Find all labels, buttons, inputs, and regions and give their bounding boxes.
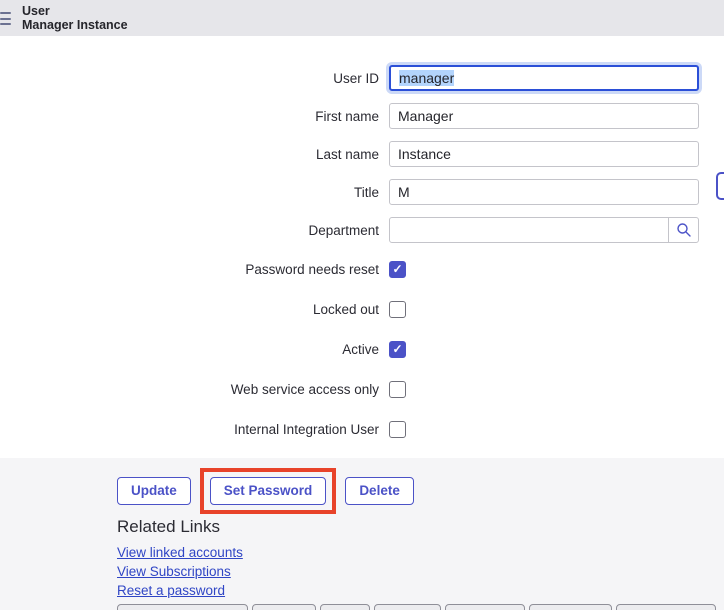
user-id-label: User ID xyxy=(0,71,389,86)
related-list-tab-stub[interactable] xyxy=(320,604,370,610)
related-list-tabs-cutoff xyxy=(117,604,716,610)
checkbox-row-password-needs-reset: Password needs reset ✓ xyxy=(0,249,724,289)
last-name-input[interactable]: Instance xyxy=(389,141,699,167)
view-linked-accounts-link[interactable]: View linked accounts xyxy=(117,545,243,560)
active-checkbox[interactable]: ✓ xyxy=(389,341,406,358)
web-service-access-only-label: Web service access only xyxy=(0,382,389,397)
hamburger-menu-icon[interactable] xyxy=(0,12,11,25)
related-list-tab-stub[interactable] xyxy=(616,604,716,610)
field-row-first-name: First name Manager xyxy=(0,97,724,135)
checkbox-row-active: Active ✓ xyxy=(0,329,724,369)
field-row-title: Title M xyxy=(0,173,724,211)
department-lookup-button[interactable] xyxy=(668,217,699,243)
first-name-label: First name xyxy=(0,109,389,124)
form-footer: Update Set Password Delete Related Links… xyxy=(0,458,724,610)
list-item: Reset a password xyxy=(117,581,724,600)
internal-integration-user-label: Internal Integration User xyxy=(0,422,389,437)
set-password-highlight-annotation: Set Password xyxy=(200,468,337,514)
locked-out-checkbox[interactable] xyxy=(389,301,406,318)
internal-integration-user-checkbox[interactable] xyxy=(389,421,406,438)
reset-a-password-link[interactable]: Reset a password xyxy=(117,583,225,598)
field-row-last-name: Last name Instance xyxy=(0,135,724,173)
related-list-tab-stub[interactable] xyxy=(117,604,248,610)
locked-out-label: Locked out xyxy=(0,302,389,317)
web-service-access-only-checkbox[interactable] xyxy=(389,381,406,398)
delete-button[interactable]: Delete xyxy=(345,477,414,505)
search-icon xyxy=(676,222,692,238)
title-label: Title xyxy=(0,185,389,200)
last-name-label: Last name xyxy=(0,147,389,162)
user-form: User ID manager First name Manager Last … xyxy=(0,36,724,449)
related-list-tab-stub[interactable] xyxy=(252,604,316,610)
list-item: View linked accounts xyxy=(117,543,724,562)
checkbox-row-web-service-access-only: Web service access only xyxy=(0,369,724,409)
edge-cutoff-button[interactable] xyxy=(716,172,724,200)
view-subscriptions-link[interactable]: View Subscriptions xyxy=(117,564,231,579)
page-title: User Manager Instance xyxy=(22,4,128,32)
checkbox-row-locked-out: Locked out xyxy=(0,289,724,329)
field-row-department: Department xyxy=(0,211,724,249)
form-header: User Manager Instance xyxy=(0,0,724,36)
form-action-buttons: Update Set Password Delete xyxy=(117,458,724,505)
list-item: View Subscriptions xyxy=(117,562,724,581)
related-links-list: View linked accounts View Subscriptions … xyxy=(117,543,724,600)
record-type-title: User xyxy=(22,4,128,18)
active-label: Active xyxy=(0,342,389,357)
password-needs-reset-label: Password needs reset xyxy=(0,262,389,277)
checkbox-row-internal-integration-user: Internal Integration User xyxy=(0,409,724,449)
checkbox-section: Password needs reset ✓ Locked out Active… xyxy=(0,249,724,449)
related-list-tab-stub[interactable] xyxy=(445,604,525,610)
department-input[interactable] xyxy=(389,217,669,243)
record-name-title: Manager Instance xyxy=(22,18,128,32)
related-links-heading: Related Links xyxy=(117,517,724,537)
first-name-input[interactable]: Manager xyxy=(389,103,699,129)
related-list-tab-stub[interactable] xyxy=(529,604,612,610)
password-needs-reset-checkbox[interactable]: ✓ xyxy=(389,261,406,278)
field-row-user-id: User ID manager xyxy=(0,59,724,97)
set-password-button[interactable]: Set Password xyxy=(210,477,327,505)
title-input[interactable]: M xyxy=(389,179,699,205)
related-list-tab-stub[interactable] xyxy=(374,604,441,610)
selected-text: manager xyxy=(399,70,454,86)
user-id-input[interactable]: manager xyxy=(389,65,699,91)
update-button[interactable]: Update xyxy=(117,477,191,505)
department-label: Department xyxy=(0,223,389,238)
